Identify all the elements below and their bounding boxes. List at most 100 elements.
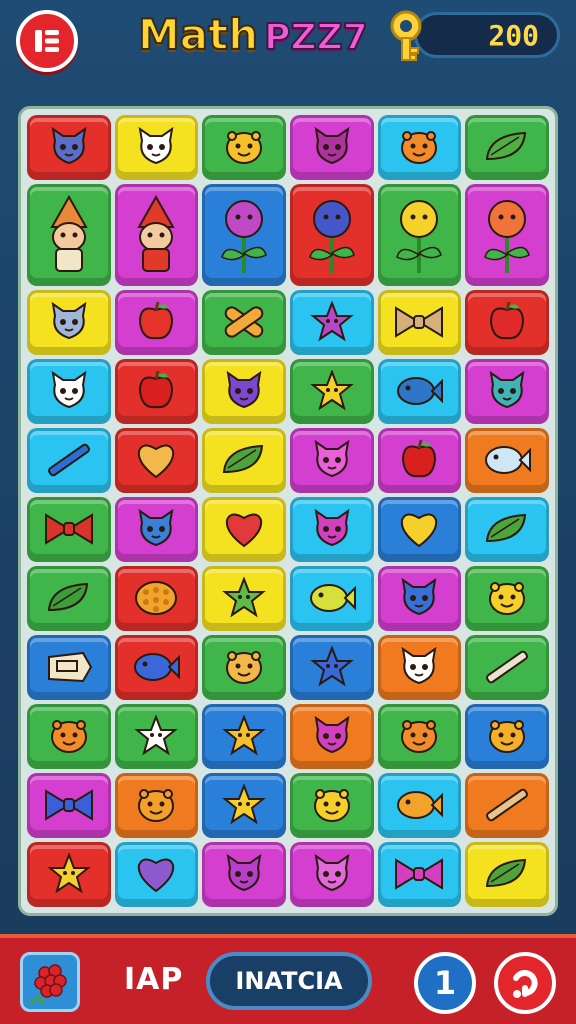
tile-tag[interactable]	[27, 634, 111, 700]
tile-leaf[interactable]	[27, 565, 111, 631]
tile-pen[interactable]	[465, 634, 549, 700]
tile-cat[interactable]	[27, 289, 111, 355]
tile-apple[interactable]	[114, 358, 199, 424]
tile-cat[interactable]	[290, 496, 374, 562]
heart-icon	[133, 853, 179, 895]
leaf-icon	[483, 511, 531, 547]
tile-fish[interactable]	[377, 358, 462, 424]
tile-flower[interactable]	[465, 184, 549, 286]
tile-heart[interactable]	[377, 496, 462, 562]
tile-leaf[interactable]	[465, 115, 549, 180]
cross-icon	[219, 300, 269, 344]
face-icon	[397, 127, 441, 167]
tile-cat[interactable]	[27, 358, 111, 424]
tile-bow[interactable]	[27, 772, 111, 838]
tile-star[interactable]	[114, 703, 199, 769]
help-button[interactable]	[494, 952, 556, 1014]
tile-leaf[interactable]	[202, 427, 286, 493]
star-icon	[222, 784, 266, 826]
tile-cat[interactable]	[202, 358, 286, 424]
tile-heart[interactable]	[114, 842, 199, 907]
tile-cat[interactable]	[27, 115, 111, 180]
tile-flower[interactable]	[377, 184, 462, 286]
tile-bow[interactable]	[27, 496, 111, 562]
tile-pen[interactable]	[27, 427, 111, 493]
tile-face[interactable]	[465, 565, 549, 631]
powerup-button[interactable]	[20, 952, 80, 1012]
tile-star[interactable]	[27, 842, 111, 907]
tile-bow[interactable]	[377, 842, 462, 907]
tile-gnome[interactable]	[27, 184, 111, 286]
tile-flower[interactable]	[290, 184, 374, 286]
tile-face[interactable]	[27, 703, 111, 769]
tile-bow[interactable]	[377, 289, 462, 355]
tile-cat[interactable]	[465, 358, 549, 424]
tile-face[interactable]	[202, 634, 286, 700]
tile-star[interactable]	[290, 289, 374, 355]
tile-star[interactable]	[202, 772, 286, 838]
tile-cat[interactable]	[290, 427, 374, 493]
tile-cat[interactable]	[114, 496, 199, 562]
tile-pen[interactable]	[465, 772, 549, 838]
game-title: Math PZZ7	[137, 9, 369, 70]
cat-icon	[310, 854, 354, 894]
tile-gnome[interactable]	[114, 184, 199, 286]
tile-cat[interactable]	[114, 115, 199, 180]
bow-icon	[392, 304, 446, 340]
tile-star[interactable]	[202, 703, 286, 769]
tile-cross[interactable]	[202, 289, 286, 355]
cat-icon	[47, 302, 91, 342]
tile-cat[interactable]	[377, 634, 462, 700]
tile-leaf[interactable]	[465, 842, 549, 907]
leaf-icon	[483, 129, 531, 165]
tile-apple[interactable]	[465, 289, 549, 355]
tile-apple[interactable]	[114, 289, 199, 355]
tile-fish[interactable]	[377, 772, 462, 838]
tile-cat[interactable]	[377, 565, 462, 631]
tile-cat[interactable]	[202, 842, 286, 907]
tile-star[interactable]	[290, 634, 374, 700]
refresh-question-icon	[513, 970, 538, 998]
tile-face[interactable]	[377, 703, 462, 769]
tile-cat[interactable]	[290, 115, 374, 180]
cat-icon	[47, 127, 91, 167]
tile-fish[interactable]	[290, 565, 374, 631]
tile-face[interactable]	[465, 703, 549, 769]
tile-star[interactable]	[290, 358, 374, 424]
tile-heart[interactable]	[202, 496, 286, 562]
leaf-icon	[45, 580, 93, 616]
heart-icon	[221, 508, 267, 550]
face-icon	[485, 578, 529, 618]
berry-powerup-icon	[29, 964, 67, 1005]
score-display: 200	[414, 12, 560, 58]
tile-cat[interactable]	[290, 703, 374, 769]
score-value: 200	[488, 18, 539, 52]
cat-icon	[397, 647, 441, 687]
pause-menu-button[interactable]	[16, 10, 78, 72]
flower-icon	[391, 193, 447, 277]
tag-icon	[43, 649, 95, 685]
cat-icon	[222, 371, 266, 411]
fish-icon	[307, 580, 357, 616]
tile-cat[interactable]	[290, 842, 374, 907]
count-badge[interactable]: 1	[414, 952, 476, 1014]
tile-flower[interactable]	[202, 184, 286, 286]
tile-fish[interactable]	[465, 427, 549, 493]
tile-face[interactable]	[114, 772, 199, 838]
tile-face[interactable]	[377, 115, 462, 180]
lap-label: IAP	[124, 962, 184, 997]
tile-face[interactable]	[290, 772, 374, 838]
tile-heart[interactable]	[114, 427, 199, 493]
tile-star[interactable]	[202, 565, 286, 631]
action-button[interactable]: INATCIA	[206, 952, 372, 1010]
face-icon	[485, 716, 529, 756]
cat-icon	[310, 127, 354, 167]
tile-face[interactable]	[202, 115, 286, 180]
cat-icon	[47, 371, 91, 411]
face-icon	[397, 716, 441, 756]
tile-fish[interactable]	[114, 634, 199, 700]
tile-leaf[interactable]	[465, 496, 549, 562]
tile-apple[interactable]	[377, 427, 462, 493]
tile-corn[interactable]	[114, 565, 199, 631]
star-icon	[310, 370, 354, 412]
